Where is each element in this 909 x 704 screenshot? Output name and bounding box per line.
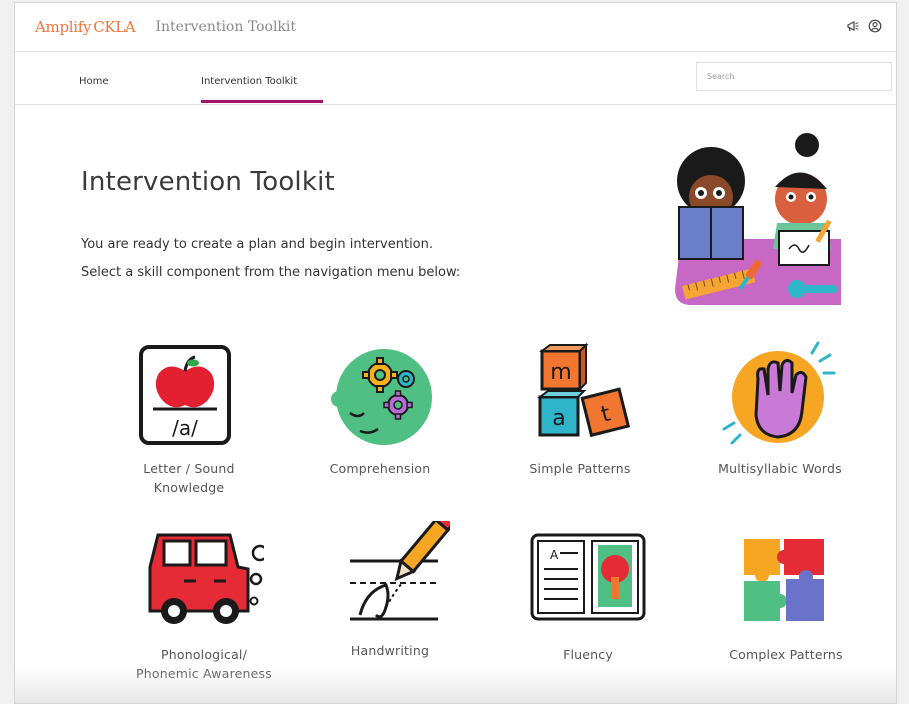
brand-logo[interactable]: Amplify CKLA [35,18,136,36]
skill-label: Letter / Sound [143,461,235,476]
skill-simple-patterns[interactable]: m a t Simple Patterns [495,339,665,478]
skill-label: Multisyllabic Words [718,461,842,476]
skill-label: Complex Patterns [729,647,843,662]
app-window: Amplify CKLA Intervention Toolkit Home In… [14,2,897,704]
nav-bar: Home Intervention Toolkit [15,52,896,105]
search-input[interactable] [696,62,892,91]
top-bar: Amplify CKLA Intervention Toolkit [15,3,896,52]
intro-line-1: You are ready to create a plan and begin… [81,237,434,252]
skill-comprehension[interactable]: Comprehension [295,339,465,478]
skill-handwriting[interactable]: Handwriting [305,521,475,660]
top-icons [846,19,882,33]
tab-home[interactable]: Home [79,76,109,87]
skill-label: Handwriting [350,643,430,658]
user-account-icon[interactable] [868,19,882,33]
brand-amplify: Amplify [35,18,92,36]
skill-label: Comprehension [329,461,431,476]
page-title: Intervention Toolkit [81,167,335,197]
svg-text:/a/: /a/ [172,416,198,440]
skill-label-line2: Phonemic Awareness [136,666,272,681]
pencil-writing-icon [350,521,450,621]
skill-fluency[interactable]: A Fluency [503,525,673,664]
skill-multisyllabic-words[interactable]: Multisyllabic Words [695,339,865,478]
apple-letter-card-icon: /a/ [139,345,231,445]
skill-complex-patterns[interactable]: Complex Patterns [701,525,871,664]
skill-label: Simple Patterns [529,461,631,476]
app-title: Intervention Toolkit [155,19,297,35]
megaphone-icon[interactable] [846,19,860,33]
letter-blocks-icon: m a t [537,342,631,438]
skill-phonological-awareness[interactable]: Phonological/ Phonemic Awareness [119,525,289,683]
clapping-hand-icon [722,341,836,445]
puzzle-pieces-icon [744,539,824,621]
block-letter-a: a [552,406,565,431]
car-icon [148,533,264,624]
block-letter-m: m [550,360,571,385]
kids-reading-illustration [675,133,841,305]
tab-intervention-toolkit[interactable]: Intervention Toolkit [201,76,297,87]
skill-label-line2: Knowledge [153,480,225,495]
skill-label: Phonological/ [160,647,248,662]
intro-line-2: Select a skill component from the naviga… [81,265,461,280]
skill-label: Fluency [563,647,613,662]
active-tab-indicator [201,100,323,103]
brand-ckla: CKLA [93,18,136,36]
open-book-icon: A [530,533,646,621]
skill-letter-sound-knowledge[interactable]: /a/ Letter / Sound Knowledge [104,339,274,497]
head-gears-icon [331,349,432,445]
book-letter: A [550,548,559,562]
